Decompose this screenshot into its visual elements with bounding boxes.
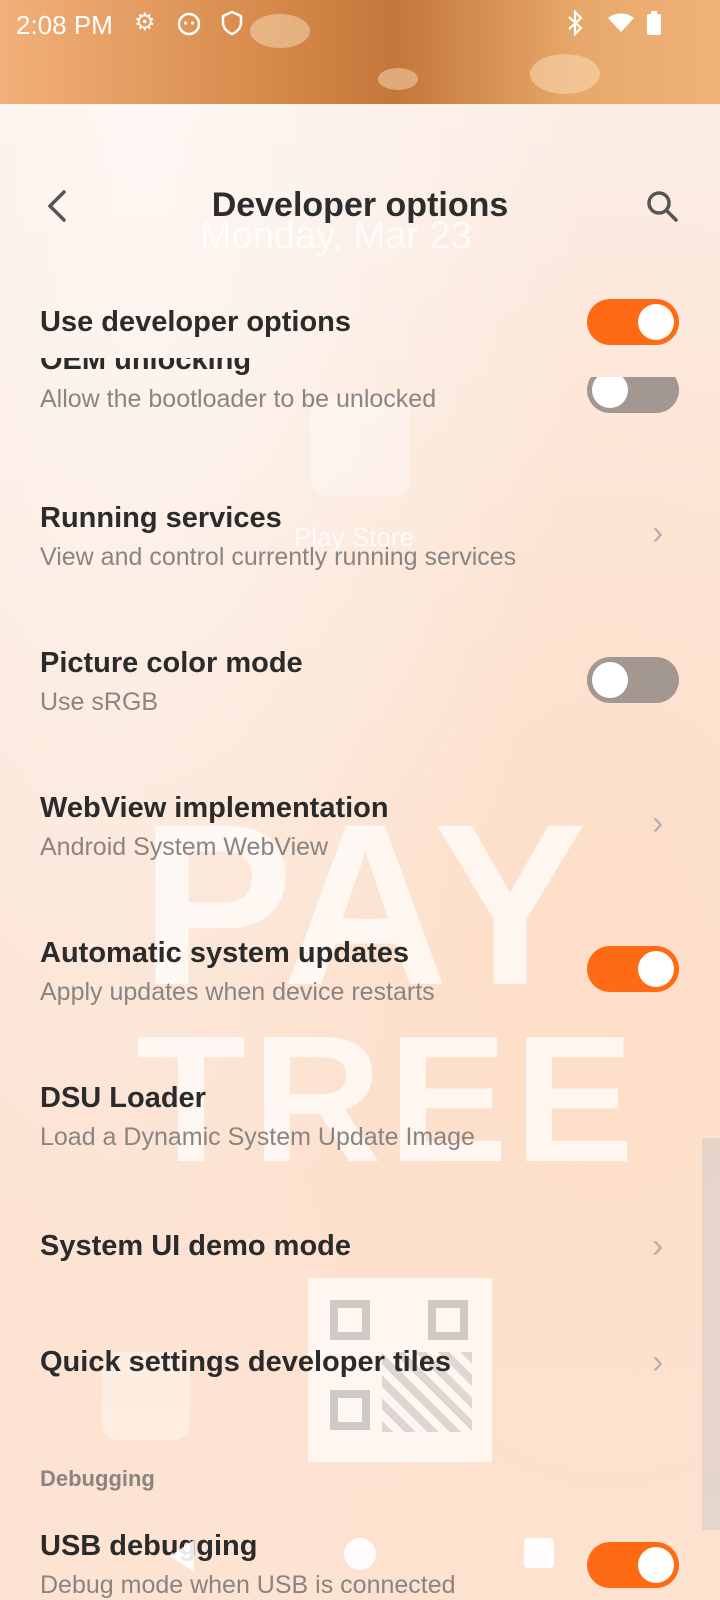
setting-quick-settings-developer-tiles[interactable]: Quick settings developer tiles xyxy=(40,1346,680,1379)
toggle-automatic-system-updates[interactable] xyxy=(587,946,679,992)
setting-dsu-loader[interactable]: DSU Loader Load a Dynamic System Update … xyxy=(40,1082,680,1152)
setting-webview-implementation[interactable]: WebView implementation Android System We… xyxy=(40,792,680,862)
setting-title: Running services xyxy=(40,502,282,534)
stage-light-decoration xyxy=(250,14,310,48)
setting-title: Quick settings developer tiles xyxy=(40,1346,451,1378)
nav-back-icon xyxy=(170,1540,194,1572)
toggle-knob xyxy=(592,377,628,408)
setting-title: DSU Loader xyxy=(40,1082,206,1114)
search-icon xyxy=(647,191,678,222)
setting-subtitle: Debug mode when USB is connected xyxy=(40,1571,456,1599)
toggle-usb-debugging[interactable] xyxy=(587,1542,679,1588)
section-header-debugging: Debugging xyxy=(40,1466,155,1491)
setting-subtitle: Android System WebView xyxy=(40,833,329,861)
setting-picture-color-mode[interactable]: Picture color mode Use sRGB xyxy=(40,647,680,717)
toggle-knob xyxy=(638,304,674,340)
qr-finder xyxy=(428,1300,468,1340)
setting-subtitle: Load a Dynamic System Update Image xyxy=(40,1123,475,1151)
setting-title: Use developer options xyxy=(40,306,352,338)
side-panel-ghost xyxy=(702,1138,720,1530)
status-time: 2:08 PM xyxy=(16,10,113,40)
setting-subtitle: Allow the bootloader to be unlocked xyxy=(40,385,437,413)
app-toolbar: Developer options xyxy=(0,170,720,250)
setting-oem-unlocking[interactable]: OEM unlocking Allow the bootloader to be… xyxy=(40,358,680,428)
stage-light-decoration xyxy=(530,54,600,94)
search-button[interactable] xyxy=(644,188,680,224)
setting-title: WebView implementation xyxy=(40,792,389,824)
chevron-right-icon: › xyxy=(652,804,664,842)
qr-finder xyxy=(330,1390,370,1430)
setting-subtitle: Use sRGB xyxy=(40,688,159,716)
nav-home-icon xyxy=(344,1538,376,1570)
gear-icon: ⚙ xyxy=(134,9,156,36)
battery-icon xyxy=(646,10,662,42)
chevron-right-icon: › xyxy=(652,514,664,552)
setting-title: System UI demo mode xyxy=(40,1230,352,1262)
bluetooth-icon xyxy=(566,9,584,42)
setting-subtitle: View and control currently running servi… xyxy=(40,543,517,571)
setting-use-developer-options[interactable]: Use developer options xyxy=(40,306,680,339)
chevron-right-icon: › xyxy=(652,1343,664,1381)
setting-title: Automatic system updates xyxy=(40,937,410,969)
chevron-right-icon: › xyxy=(652,1227,664,1265)
toggle-use-developer-options[interactable] xyxy=(587,299,679,345)
qr-finder xyxy=(330,1300,370,1340)
setting-title: OEM unlocking xyxy=(40,358,252,376)
page-title: Developer options xyxy=(211,186,509,224)
toggle-knob xyxy=(638,1547,674,1583)
wifi-icon xyxy=(606,10,636,42)
toggle-knob xyxy=(638,951,674,987)
nav-recents-icon xyxy=(524,1538,554,1568)
setting-automatic-system-updates[interactable]: Automatic system updates Apply updates w… xyxy=(40,937,680,1007)
setting-subtitle: Apply updates when device restarts xyxy=(40,978,435,1006)
cat-face-icon xyxy=(176,10,202,42)
toggle-knob xyxy=(592,662,628,698)
stage-light-decoration xyxy=(378,68,418,90)
status-bar: 2:08 PM ⚙ xyxy=(0,0,720,104)
toggle-picture-color-mode[interactable] xyxy=(587,657,679,703)
shield-icon xyxy=(220,10,244,42)
setting-system-ui-demo-mode[interactable]: System UI demo mode xyxy=(40,1230,680,1263)
setting-running-services[interactable]: Running services View and control curren… xyxy=(40,502,680,572)
setting-title: Picture color mode xyxy=(40,647,303,679)
